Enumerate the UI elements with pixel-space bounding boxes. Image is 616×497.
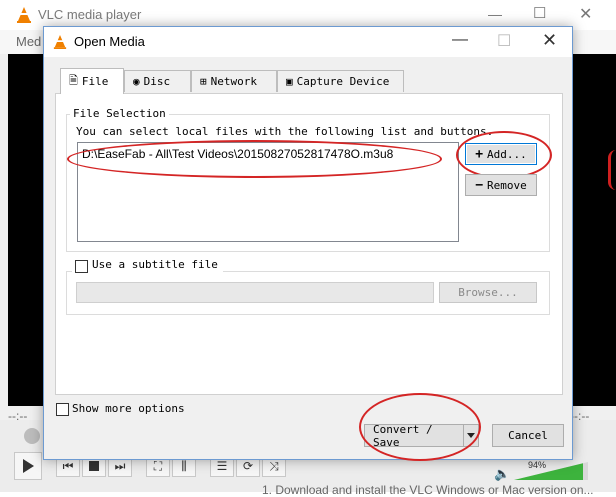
loop-icon: ⟳ bbox=[242, 459, 254, 473]
subtitle-checkbox[interactable] bbox=[75, 260, 88, 273]
show-more-options-label: Show more options bbox=[72, 402, 185, 415]
subtitle-path-field[interactable] bbox=[76, 282, 434, 303]
browse-button[interactable]: Browse... bbox=[439, 282, 537, 303]
cancel-button-label: Cancel bbox=[508, 429, 548, 442]
page-caption-text: 1. Download and install the VLC Windows … bbox=[262, 483, 594, 497]
dialog-minimize-button[interactable]: — bbox=[452, 31, 468, 49]
menu-media[interactable]: Med bbox=[16, 34, 41, 49]
disc-icon: ◉ bbox=[133, 75, 140, 88]
open-media-dialog: Open Media — ☐ ✕ 🗎 File ◉ Disc ⊞ Network… bbox=[43, 26, 573, 461]
previous-icon: ⏮ bbox=[62, 458, 74, 473]
fullscreen-icon: ⛶ bbox=[153, 458, 163, 473]
vlc-close-button[interactable]: ✕ bbox=[579, 4, 592, 24]
vlc-cone-icon bbox=[53, 35, 67, 49]
minus-icon: − bbox=[475, 177, 484, 193]
tab-network[interactable]: ⊞ Network bbox=[191, 70, 277, 92]
vlc-minimize-button[interactable]: — bbox=[488, 6, 502, 22]
annotation-ring-add bbox=[456, 131, 552, 179]
tab-disc-label: Disc bbox=[143, 75, 171, 88]
file-selection-hint: You can select local files with the foll… bbox=[76, 125, 494, 138]
dialog-close-button[interactable]: ✕ bbox=[542, 30, 557, 51]
record-icon[interactable] bbox=[24, 428, 40, 444]
tab-file[interactable]: 🗎 File bbox=[60, 68, 124, 94]
tab-network-label: Network bbox=[210, 75, 257, 88]
annotation-ring-fragment bbox=[608, 150, 616, 190]
vlc-window-title: VLC media player bbox=[38, 7, 142, 22]
tab-disc[interactable]: ◉ Disc bbox=[124, 70, 191, 92]
remove-button[interactable]: − Remove bbox=[465, 174, 537, 196]
play-button[interactable] bbox=[14, 452, 42, 480]
next-icon: ⏭ bbox=[114, 458, 126, 473]
annotation-ring-file bbox=[67, 140, 442, 178]
volume-percent: 94% bbox=[528, 460, 547, 470]
browse-button-label: Browse... bbox=[458, 286, 518, 299]
speaker-icon[interactable]: 🔈 bbox=[494, 466, 510, 482]
subtitle-checkbox-label: Use a subtitle file bbox=[92, 258, 218, 271]
remove-button-label: Remove bbox=[487, 178, 527, 192]
equalizer-icon: ⫼ bbox=[181, 458, 187, 473]
dialog-maximize-button[interactable]: ☐ bbox=[497, 31, 511, 51]
file-icon: 🗎 bbox=[69, 74, 78, 87]
tab-file-label: File bbox=[81, 75, 109, 88]
file-selection-legend: File Selection bbox=[70, 107, 169, 120]
cancel-button[interactable]: Cancel bbox=[492, 424, 564, 447]
network-icon: ⊞ bbox=[200, 75, 207, 88]
play-icon bbox=[23, 459, 34, 473]
vlc-maximize-button[interactable]: ☐ bbox=[533, 4, 546, 22]
vlc-cone-icon bbox=[17, 7, 31, 23]
shuffle-icon: ⤨ bbox=[269, 458, 279, 473]
tab-capture-device[interactable]: ▣ Capture Device bbox=[277, 70, 404, 92]
tab-capture-device-label: Capture Device bbox=[296, 75, 390, 88]
stop-icon bbox=[89, 461, 99, 471]
annotation-ring-convert bbox=[359, 393, 481, 461]
capture-device-icon: ▣ bbox=[286, 75, 293, 88]
volume-slider[interactable] bbox=[514, 460, 590, 482]
playlist-icon: ☰ bbox=[216, 459, 228, 473]
dialog-title: Open Media bbox=[74, 34, 145, 49]
show-more-options-checkbox[interactable] bbox=[56, 403, 69, 416]
